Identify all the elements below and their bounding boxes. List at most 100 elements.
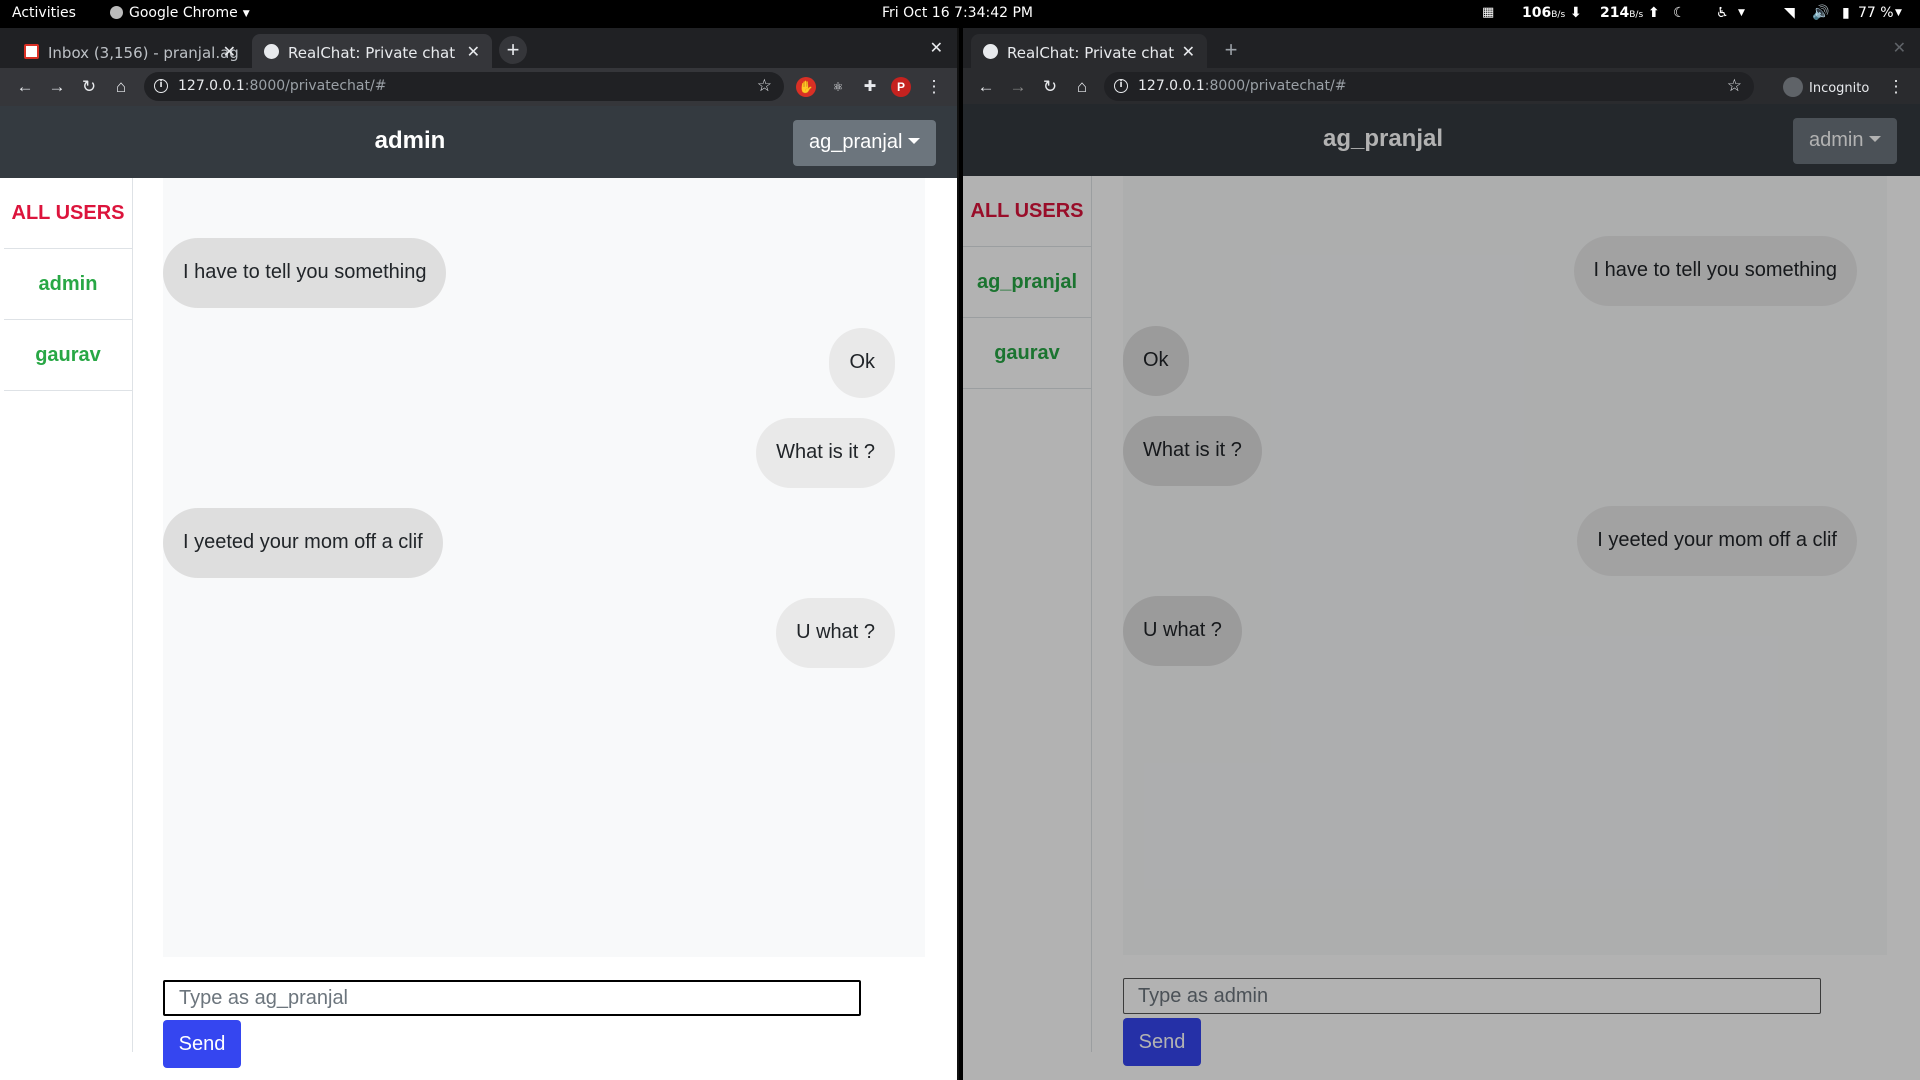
message-bubble: Ok [1123,326,1189,396]
wifi-icon[interactable]: ◥ [1784,5,1795,21]
app-name: Google Chrome [129,5,238,21]
chevron-down-icon[interactable]: ▼ [1895,8,1902,18]
sidebar-item-admin[interactable]: admin [4,249,132,320]
accessibility-icon[interactable]: ♿ [1716,5,1729,21]
back-icon[interactable]: ← [14,76,36,98]
net-up-value: 214 [1600,5,1630,21]
incognito-indicator[interactable]: Incognito [1783,77,1869,97]
browser-window-right: RealChat: Private chat ✕ + ✕ ← → ↻ ⌂ i 1… [963,28,1920,1080]
info-icon[interactable]: i [154,79,168,93]
sidebar-item-gaurav[interactable]: gaurav [4,320,132,391]
clock[interactable]: Fri Oct 16 7:34:42 PM [882,5,1033,21]
incognito-icon [1783,77,1803,97]
volume-icon[interactable]: 🔊 [1812,5,1829,21]
window-close-icon[interactable]: ✕ [1893,38,1906,58]
close-icon[interactable]: ✕ [1182,42,1195,61]
dropdown-label: ag_pranjal [809,131,903,153]
caret-down-icon [1869,136,1882,142]
night-light-icon: ☾ [1673,5,1686,21]
star-icon[interactable]: ☆ [757,76,772,96]
tab-realchat[interactable]: RealChat: Private chat ✕ [252,34,492,68]
sidebar-item-all-users[interactable]: ALL USERS [963,176,1091,247]
reload-icon[interactable]: ↻ [1039,76,1061,98]
tab-strip: RealChat: Private chat ✕ + ✕ [963,28,1920,68]
globe-icon [264,44,279,59]
message-list: I have to tell you something Ok What is … [1123,176,1887,955]
home-icon[interactable]: ⌂ [110,76,132,98]
message-bubble: I have to tell you something [1573,236,1857,306]
navbar: ag_pranjal admin [963,104,1920,176]
url-path: :8000/privatechat/# [244,78,387,94]
star-icon[interactable]: ☆ [1727,76,1742,96]
home-icon[interactable]: ⌂ [1071,76,1093,98]
message-bubble: What is it ? [1123,416,1262,486]
globe-icon [983,44,998,59]
forward-icon[interactable]: → [1007,76,1029,98]
kebab-menu-icon[interactable]: ⋮ [1885,76,1907,98]
message-input[interactable] [1123,978,1821,1014]
sidebar-item-gaurav[interactable]: gaurav [963,318,1091,389]
chrome-icon [110,6,123,19]
tab-realchat[interactable]: RealChat: Private chat ✕ [971,34,1207,68]
browser-toolbar: ← → ↻ ⌂ i 127.0.0.1:8000/privatechat/# ☆… [963,68,1920,106]
close-icon[interactable]: ✕ [223,42,236,61]
browser-toolbar: ← → ↻ ⌂ i 127.0.0.1:8000/privatechat/# ☆… [0,68,957,106]
tab-inbox[interactable]: Inbox (3,156) - pranjal.ag ✕ [12,34,248,68]
battery-percent: 77 % [1858,5,1894,21]
react-devtools-icon[interactable]: ⚛ [828,77,848,97]
app-menu[interactable]: Google Chrome ▼ [110,5,250,21]
url-path: :8000/privatechat/# [1204,78,1347,94]
system-top-bar: Activities Google Chrome ▼ Fri Oct 16 7:3… [0,0,1920,27]
chat-page: admin ag_pranjal ALL USERS admin gaurav … [0,106,957,1080]
chevron-down-icon: ▼ [1738,8,1745,18]
address-bar[interactable]: i 127.0.0.1:8000/privatechat/# ☆ [1104,72,1754,101]
incognito-label: Incognito [1809,81,1870,96]
users-sidebar: ALL USERS admin gaurav [4,178,133,1052]
navbar: admin ag_pranjal [0,106,957,178]
battery-icon[interactable]: ▮ [1842,5,1850,21]
message-input[interactable] [163,980,861,1016]
chat-partner-dropdown[interactable]: ag_pranjal [793,120,937,166]
chat-page: ag_pranjal admin ALL USERS ag_pranjal ga… [963,104,1920,1080]
grid-icon: ▦ [1482,5,1495,20]
reload-icon[interactable]: ↻ [78,76,100,98]
kebab-menu-icon[interactable]: ⋮ [923,76,945,98]
current-user-title: ag_pranjal [1322,125,1444,152]
close-icon[interactable]: ✕ [467,42,480,61]
net-down-value: 106 [1522,5,1552,21]
url-host: 127.0.0.1 [178,78,245,94]
sidebar-item-ag-pranjal[interactable]: ag_pranjal [963,247,1091,318]
ublock-extension-icon[interactable]: ✋ [796,77,816,97]
tab-strip: Inbox (3,156) - pranjal.ag ✕ RealChat: P… [0,28,957,68]
net-down-speed: 106B/s ⬇ [1522,5,1582,21]
new-tab-button[interactable]: + [1217,36,1245,64]
profile-avatar[interactable]: P [891,77,911,97]
send-button[interactable]: Send [163,1020,241,1068]
info-icon[interactable]: i [1114,79,1128,93]
window-close-icon[interactable]: ✕ [930,38,943,58]
net-down-unit: B/s [1551,10,1566,20]
message-bubble: I yeeted your mom off a clif [1577,506,1857,576]
back-icon[interactable]: ← [975,76,997,98]
extensions-puzzle-icon[interactable]: ✚ [860,77,880,97]
message-bubble: I have to tell you something [163,238,447,308]
new-tab-button[interactable]: + [499,36,527,64]
sidebar-item-all-users[interactable]: ALL USERS [4,178,132,249]
url-host: 127.0.0.1 [1138,78,1205,94]
chat-partner-dropdown[interactable]: admin [1793,118,1898,164]
tab-label: RealChat: Private chat [1007,44,1175,62]
forward-icon[interactable]: → [46,76,68,98]
address-bar[interactable]: i 127.0.0.1:8000/privatechat/# ☆ [144,72,784,101]
send-button[interactable]: Send [1123,1018,1201,1066]
activities-button[interactable]: Activities [12,5,76,21]
caret-down-icon [908,138,921,144]
message-bubble: I yeeted your mom off a clif [163,508,443,578]
message-bubble: U what ? [776,598,895,668]
tab-label: Inbox (3,156) - pranjal.ag [48,44,239,62]
message-bubble: U what ? [1123,596,1242,666]
net-up-speed: 214B/s ⬆ [1600,5,1660,21]
current-user-title: admin [374,127,446,154]
net-up-unit: B/s [1629,10,1644,20]
users-sidebar: ALL USERS ag_pranjal gaurav [963,176,1092,1052]
gmail-icon [24,44,39,59]
